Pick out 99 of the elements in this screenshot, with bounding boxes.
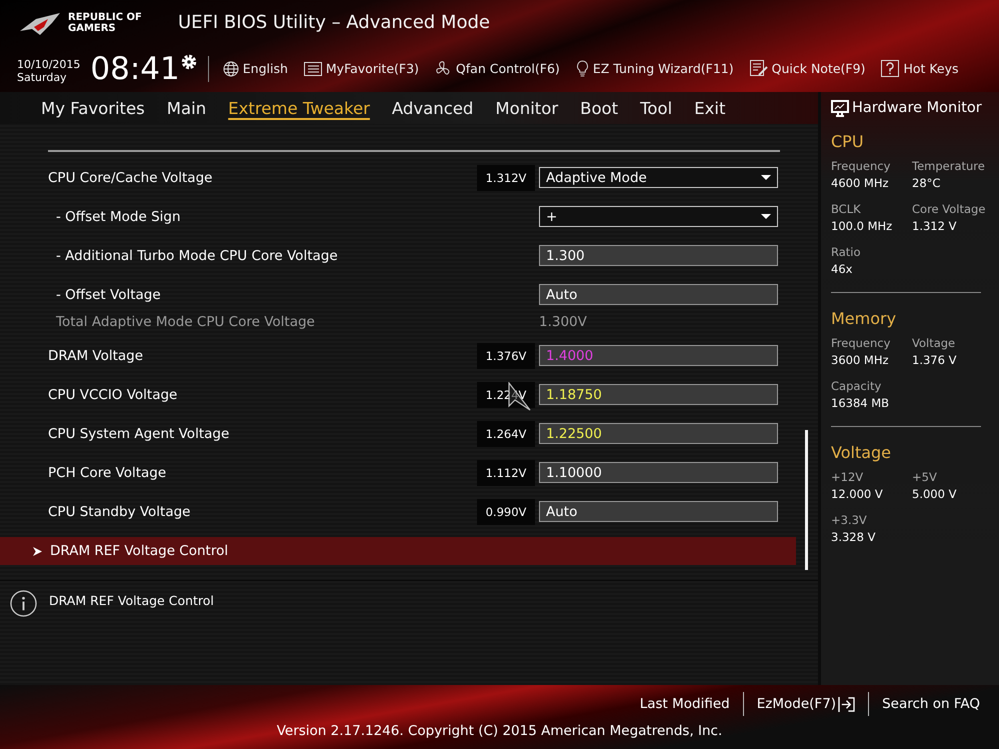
footer-link[interactable]: Search on FAQ	[873, 696, 989, 712]
metric-value: 100.0 MHz	[831, 219, 894, 233]
metric-value: 1.312 V	[912, 219, 958, 233]
field-value: 1.18750	[546, 386, 602, 402]
metric-value: 4600 MHz	[831, 176, 890, 190]
setting-value: 1.300V	[539, 314, 588, 330]
metric-label: Ratio	[831, 245, 862, 259]
metric-value: 16384 MB	[831, 396, 890, 410]
fan-icon	[434, 60, 452, 77]
metric-label: +5V	[912, 470, 938, 484]
scrollbar[interactable]	[805, 430, 808, 570]
globe-icon	[222, 60, 239, 76]
info-icon	[10, 590, 37, 617]
toolbar-button[interactable]: MyFavorite(F3)	[300, 61, 423, 76]
field-value: Adaptive Mode	[546, 170, 647, 186]
help-text: DRAM REF Voltage Control	[49, 593, 214, 608]
menu-tab[interactable]: My Favorites	[34, 92, 152, 124]
metric-label: Frequency	[831, 336, 892, 350]
window-title: UEFI BIOS Utility – Advanced Mode	[178, 12, 490, 33]
menu-tab[interactable]: Monitor	[488, 92, 566, 124]
footer-link[interactable]: EzMode(F7)	[748, 696, 864, 712]
menu-tab[interactable]: Main	[160, 92, 214, 124]
menu-tab[interactable]: Boot	[573, 92, 626, 124]
section-heading: Memory	[831, 309, 898, 328]
toolbar-button[interactable]: Hot Keys	[877, 60, 963, 77]
setting-dropdown[interactable]: +	[539, 206, 778, 227]
list-icon	[304, 62, 322, 76]
toolbar-button[interactable]: Quick Note(F9)	[746, 60, 870, 77]
metric-label: Temperature	[912, 159, 986, 173]
footer-link[interactable]: Last Modified	[630, 696, 739, 712]
field-value: Auto	[546, 504, 578, 520]
metric-label: +12V	[831, 470, 864, 484]
toolbar-button[interactable]: EZ Tuning Wizard(F11)	[572, 60, 738, 77]
field-value: +	[546, 208, 558, 224]
menu-tab[interactable]: Exit	[687, 92, 732, 124]
metric-value: 1.376 V	[912, 353, 958, 367]
field-value: 1.4000	[546, 348, 594, 364]
setting-label: PCH Core Voltage	[48, 464, 168, 480]
setting-label: CPU VCCIO Voltage	[48, 386, 178, 402]
menu-tab[interactable]: Advanced	[384, 92, 480, 124]
clock-time: 08:41	[90, 50, 180, 86]
setting-label: CPU Standby Voltage	[48, 504, 192, 520]
caret-icon	[761, 174, 771, 180]
setting-dropdown[interactable]: Adaptive Mode	[539, 167, 778, 188]
metric-value: 28°C	[912, 176, 942, 190]
setting-label: - Offset Mode Sign	[55, 208, 182, 224]
voltage-reading: 1.264V	[477, 420, 535, 446]
setting-label: - Additional Turbo Mode CPU Core Voltage	[55, 248, 339, 264]
panel-title: Hardware Monitor	[852, 100, 982, 116]
field-value: Auto	[546, 286, 578, 302]
brand-text: GAMERS	[68, 22, 117, 34]
metric-value: 3.328 V	[831, 530, 876, 544]
toolbar-button[interactable]: Qfan Control(F6)	[430, 60, 564, 77]
setting-label: CPU System Agent Voltage	[48, 426, 230, 442]
metric-value: 5.000 V	[912, 487, 958, 501]
input-field[interactable]: Auto	[539, 501, 778, 522]
metric-value: 12.000 V	[831, 487, 884, 501]
input-field[interactable]: 1.22500	[539, 423, 778, 444]
setting-label: CPU Core/Cache Voltage	[48, 170, 214, 186]
setting-label: DRAM Voltage	[48, 348, 144, 364]
input-field[interactable]: 1.300	[539, 245, 778, 266]
exit-icon	[838, 696, 856, 712]
day-text: Saturday	[17, 70, 68, 84]
input-field[interactable]: 1.10000	[539, 462, 778, 483]
setting-label: - Offset Voltage	[55, 286, 162, 302]
field-value: 1.22500	[546, 426, 602, 442]
metric-value: 46x	[831, 262, 854, 276]
lightbulb-icon	[576, 60, 589, 77]
caret-icon	[761, 214, 771, 220]
menu-tab[interactable]: Extreme Tweaker	[221, 92, 377, 124]
voltage-reading: 1.312V	[477, 164, 535, 190]
field-value: 1.300	[546, 248, 585, 264]
section-heading: CPU	[831, 132, 865, 151]
metric-label: +3.3V	[831, 513, 868, 527]
settings-icon[interactable]	[180, 53, 198, 71]
metric-label: Frequency	[831, 159, 892, 173]
date-text: 10/10/2015	[17, 58, 80, 70]
setting-label: Total Adaptive Mode CPU Core Voltage	[55, 314, 316, 330]
metric-value: 3600 MHz	[831, 353, 890, 367]
input-field[interactable]: Auto	[539, 284, 778, 305]
input-field[interactable]: 1.18750	[539, 384, 778, 405]
submenu-item[interactable]: DRAM REF Voltage Control	[0, 537, 796, 565]
voltage-reading: 1.112V	[477, 460, 535, 486]
field-value: 1.10000	[546, 464, 602, 480]
section-heading: Voltage	[831, 443, 892, 462]
menu-tab[interactable]: Tool	[633, 92, 680, 124]
brand-text: REPUBLIC OF	[68, 12, 143, 22]
voltage-reading: 1.376V	[477, 342, 535, 368]
metric-label: BCLK	[831, 202, 862, 216]
monitor-icon	[831, 100, 849, 116]
note-icon	[750, 60, 768, 77]
arrowhead-icon	[33, 546, 42, 556]
toolbar-button[interactable]: English	[218, 60, 292, 76]
voltage-reading: 0.990V	[477, 498, 535, 524]
copyright-text: Version 2.17.1246. Copyright (C) 2015 American Megatrends, Inc.	[276, 723, 722, 739]
help-icon	[881, 60, 900, 77]
metric-label: Core Voltage	[912, 202, 986, 216]
metric-label: Capacity	[831, 379, 882, 393]
metric-label: Voltage	[912, 336, 956, 350]
